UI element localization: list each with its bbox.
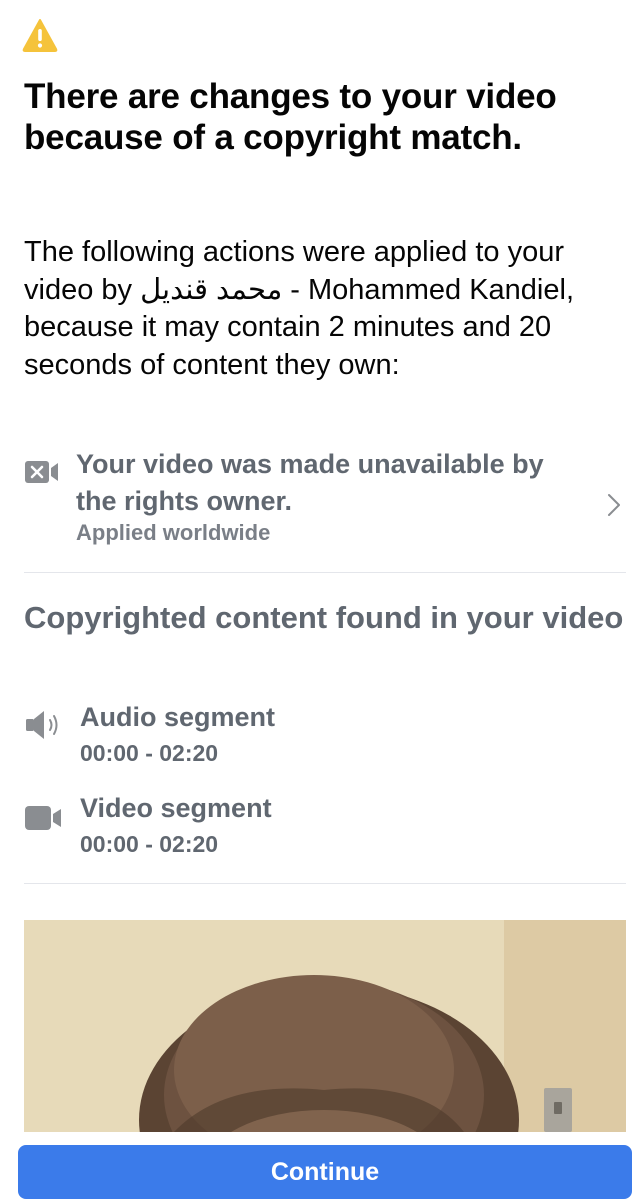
content-found-title: Copyrighted content found in your video [24,600,624,635]
applied-action-scope: Applied worldwide [76,520,271,545]
video-blocked-icon [25,461,58,483]
page-title: There are changes to your video because … [24,77,557,157]
audio-segment-item: Audio segment 00:00 - 02:20 [0,702,642,772]
audio-segment-label: Audio segment [80,702,276,732]
video-thumbnail-image [24,920,626,1132]
divider [24,883,626,884]
video-segment-label: Video segment [80,793,272,823]
chevron-right-icon [608,494,620,516]
divider [24,572,626,573]
warning-icon [22,19,58,52]
rights-owner-name: محمد قنديل - Mohammed Kandiel [140,273,566,306]
applied-action-text: Your video was made unavailable by the r… [76,449,544,516]
speaker-icon [26,711,58,739]
intro-text: The following actions were applied to yo… [24,234,624,384]
audio-segment-time: 00:00 - 02:20 [80,740,219,766]
continue-button[interactable]: Continue [18,1145,632,1199]
video-segment-item: Video segment 00:00 - 02:20 [0,793,642,863]
copyright-notice-screen: There are changes to your video because … [0,0,642,1200]
video-thumbnail [24,920,626,1132]
video-segment-time: 00:00 - 02:20 [80,831,219,857]
applied-action-row[interactable]: Your video was made unavailable by the r… [0,444,642,554]
video-camera-icon [25,806,61,830]
